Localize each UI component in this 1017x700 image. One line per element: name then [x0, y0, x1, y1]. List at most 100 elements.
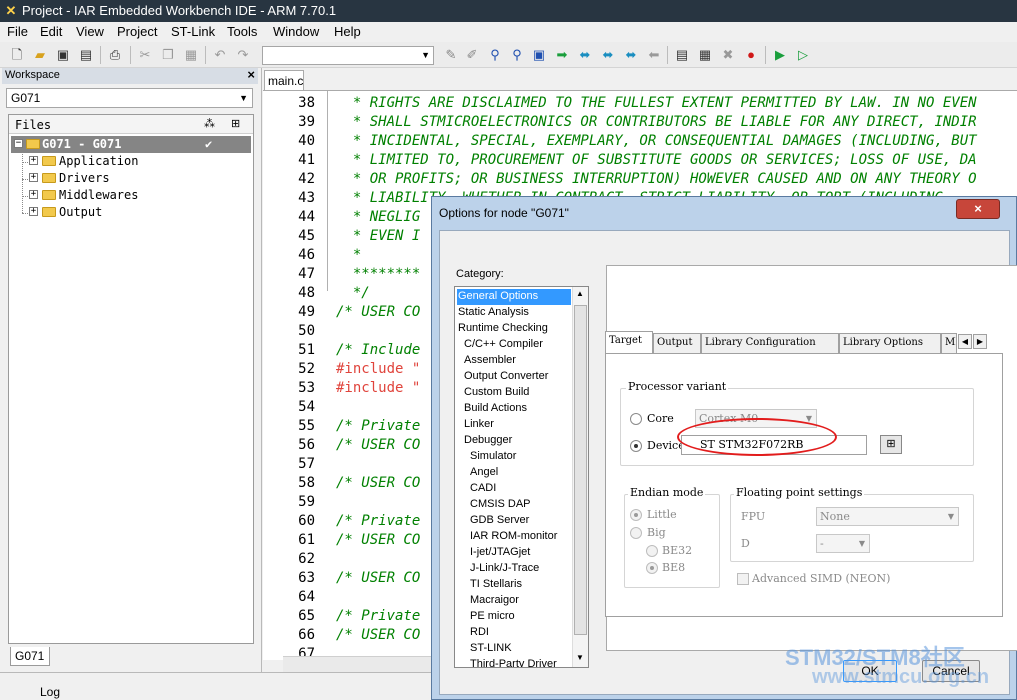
menu-tools[interactable]: Tools	[227, 24, 257, 39]
debug-icon[interactable]: ▶	[771, 46, 789, 64]
line-number: 62	[298, 551, 315, 567]
breakpoint-icon[interactable]: ●	[742, 46, 760, 64]
tree-item-project[interactable]: − G071 - G071 ✔	[11, 136, 251, 153]
close-icon[interactable]: ×	[247, 67, 255, 82]
code-line: /* Private	[336, 608, 421, 624]
menu-help[interactable]: Help	[334, 24, 361, 39]
expand-icon[interactable]: +	[29, 173, 38, 182]
core-radio[interactable]	[630, 413, 642, 425]
scroll-down-icon[interactable]: ▼	[576, 653, 584, 662]
category-item[interactable]: Third-Party Driver	[457, 657, 571, 667]
category-item[interactable]: GDB Server	[457, 513, 571, 529]
tab-target[interactable]: Target	[605, 331, 653, 353]
little-radio[interactable]	[630, 509, 642, 521]
fpu-select[interactable]: None ▼	[816, 507, 959, 526]
big-radio[interactable]	[630, 527, 642, 539]
category-item[interactable]: IAR ROM-monitor	[457, 529, 571, 545]
goto-icon[interactable]: ▣	[530, 46, 548, 64]
expand-icon[interactable]: +	[29, 190, 38, 199]
category-item[interactable]: CMSIS DAP	[457, 497, 571, 513]
tab-library-options[interactable]: Library Options	[839, 333, 941, 353]
menu-project[interactable]: Project	[117, 24, 157, 39]
tab-scroll-left-icon[interactable]: ◀	[958, 334, 972, 349]
category-item[interactable]: ST-LINK	[457, 641, 571, 657]
bookmark-icon[interactable]: ✐	[463, 46, 481, 64]
print-icon[interactable]: ⎙	[106, 46, 124, 64]
find-icon[interactable]: ⚲	[486, 46, 504, 64]
scroll-up-icon[interactable]: ▲	[576, 289, 584, 298]
category-item[interactable]: I-jet/JTAGjet	[457, 545, 571, 561]
open-folder-icon[interactable]: ▰	[31, 46, 49, 64]
compile-icon[interactable]: ▤	[673, 46, 691, 64]
category-item[interactable]: Simulator	[457, 449, 571, 465]
editor-horizontal-scrollbar[interactable]	[283, 656, 433, 672]
category-item[interactable]: TI Stellaris	[457, 577, 571, 593]
device-radio[interactable]	[630, 440, 642, 452]
menu-window[interactable]: Window	[273, 24, 319, 39]
category-item[interactable]: Output Converter	[457, 369, 571, 385]
copy-icon[interactable]: ❐	[159, 46, 177, 64]
tab-output[interactable]: Output	[653, 333, 701, 353]
editor-tab-main-c[interactable]: main.c	[264, 70, 304, 90]
menu-st-link[interactable]: ST-Link	[171, 24, 215, 39]
category-item[interactable]: Debugger	[457, 433, 571, 449]
be32-radio[interactable]	[646, 545, 658, 557]
workspace-config-select[interactable]: G071 ▼	[6, 88, 253, 108]
tree-item-middlewares[interactable]: + Middlewares	[11, 187, 251, 204]
category-item[interactable]: CADI	[457, 481, 571, 497]
category-scrollbar[interactable]: ▲ ▼	[572, 287, 588, 667]
menu-view[interactable]: View	[76, 24, 104, 39]
category-item[interactable]: Linker	[457, 417, 571, 433]
config-column-icon[interactable]: ⁂	[204, 117, 215, 130]
category-item[interactable]: Runtime Checking	[457, 321, 571, 337]
category-item[interactable]: PE micro	[457, 609, 571, 625]
build-column-icon[interactable]: ⊞	[231, 117, 240, 130]
device-picker-button[interactable]: ⊞	[880, 435, 902, 454]
debug-no-download-icon[interactable]: ▷	[794, 46, 812, 64]
be8-radio[interactable]	[646, 562, 658, 574]
tree-item-output[interactable]: + Output	[11, 204, 251, 221]
nav-back-icon[interactable]: ⬌	[576, 46, 594, 64]
category-item[interactable]: J-Link/J-Trace	[457, 561, 571, 577]
category-item[interactable]: C/C++ Compiler	[457, 337, 571, 353]
save-all-icon[interactable]: ▤	[77, 46, 95, 64]
expand-icon[interactable]: +	[29, 207, 38, 216]
find-combo[interactable]: ▼	[262, 46, 434, 65]
category-item[interactable]: Macraigor	[457, 593, 571, 609]
nav-back-alt-icon[interactable]: ⬅	[645, 46, 663, 64]
category-item[interactable]: RDI	[457, 625, 571, 641]
expand-icon[interactable]: +	[29, 156, 38, 165]
dialog-close-button[interactable]: ×	[956, 199, 1000, 219]
make-icon[interactable]: ▦	[696, 46, 714, 64]
category-item[interactable]: Static Analysis	[457, 305, 571, 321]
category-item[interactable]: Custom Build	[457, 385, 571, 401]
tree-item-drivers[interactable]: + Drivers	[11, 170, 251, 187]
category-item[interactable]: Build Actions	[457, 401, 571, 417]
redo-icon[interactable]: ↷	[234, 46, 252, 64]
category-item[interactable]: Assembler	[457, 353, 571, 369]
workspace-tab-g071[interactable]: G071	[10, 647, 50, 666]
stop-build-icon[interactable]: ✖	[719, 46, 737, 64]
d-select[interactable]: - ▼	[816, 534, 870, 553]
nav-next-icon[interactable]: ⬌	[599, 46, 617, 64]
save-icon[interactable]: ▣	[54, 46, 72, 64]
category-item[interactable]: General Options	[457, 289, 571, 305]
menu-file[interactable]: File	[7, 24, 28, 39]
tab-scroll-right-icon[interactable]: ▶	[973, 334, 987, 349]
find-next-icon[interactable]: ⚲	[508, 46, 526, 64]
tree-item-application[interactable]: + Application	[11, 153, 251, 170]
toggle-breakpoint-icon[interactable]: ✎	[442, 46, 460, 64]
category-item[interactable]: Angel	[457, 465, 571, 481]
cut-icon[interactable]: ✂	[136, 46, 154, 64]
collapse-icon[interactable]: −	[14, 139, 23, 148]
tab-library-configuration[interactable]: Library Configuration	[701, 333, 839, 353]
new-file-icon[interactable]: 🗋	[8, 46, 26, 64]
undo-icon[interactable]: ↶	[211, 46, 229, 64]
tab-more[interactable]: MI	[941, 333, 957, 353]
nav-prev-icon[interactable]: ⬌	[622, 46, 640, 64]
advanced-simd-checkbox[interactable]	[737, 573, 749, 585]
nav-forward-icon[interactable]: ➡	[553, 46, 571, 64]
scroll-thumb[interactable]	[574, 305, 587, 635]
menu-edit[interactable]: Edit	[40, 24, 62, 39]
paste-icon[interactable]: ▦	[182, 46, 200, 64]
